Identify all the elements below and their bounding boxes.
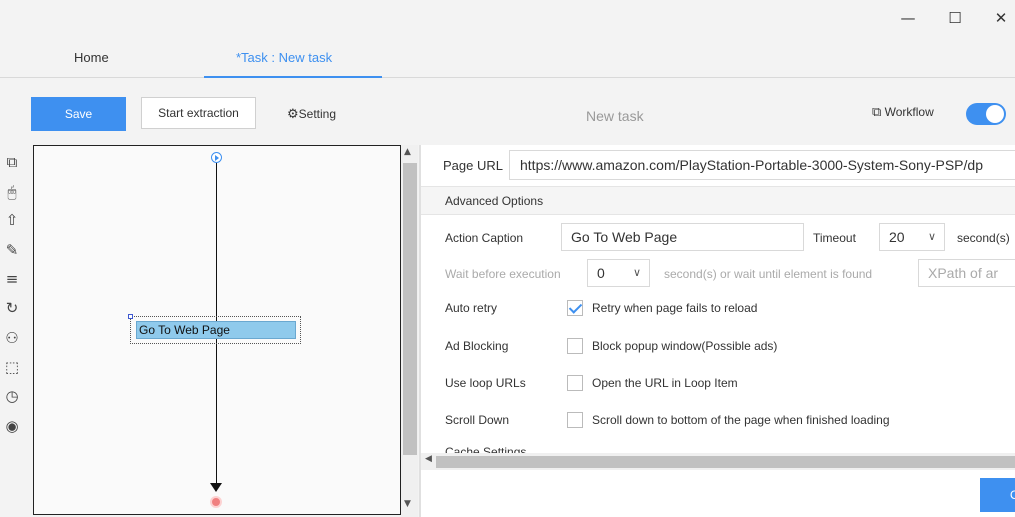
timeout-value: 20 xyxy=(889,229,905,245)
action-sidebar: ⧉ 🖱 ⇧ ✎ ≡ ↻ ⚇ ⬚ ◷ ◉ xyxy=(0,146,28,517)
tab-task[interactable]: *Task : New task xyxy=(236,50,332,65)
panel-footer: OK xyxy=(421,470,1015,517)
loop-urls-checkbox[interactable] xyxy=(567,375,583,391)
loop-urls-text: Open the URL in Loop Item xyxy=(592,376,738,390)
click-icon[interactable]: 🖱 xyxy=(2,182,22,202)
wait-icon[interactable]: ◷ xyxy=(2,386,22,406)
xpath-input[interactable]: XPath of ar xyxy=(918,259,1015,287)
timeout-select[interactable]: 20 ∨ xyxy=(879,223,945,251)
wait-value: 0 xyxy=(597,265,605,281)
switch-dropdown-icon[interactable]: ≡ xyxy=(2,269,22,289)
ad-blocking-checkbox[interactable] xyxy=(567,338,583,354)
add-step-icon[interactable]: ⧉ xyxy=(2,152,22,172)
active-tab-indicator xyxy=(204,76,382,78)
condition-icon[interactable]: ⚇ xyxy=(2,328,22,348)
maximize-button[interactable]: ☐ xyxy=(940,6,970,30)
workflow-toggle[interactable] xyxy=(966,103,1006,125)
mouseover-icon[interactable]: ⬚ xyxy=(2,357,22,377)
save-button[interactable]: Save xyxy=(31,97,126,131)
extract-icon[interactable]: ⇧ xyxy=(2,210,22,230)
tab-home[interactable]: Home xyxy=(74,50,109,65)
ad-blocking-label: Ad Blocking xyxy=(445,339,509,353)
node-handle[interactable] xyxy=(128,314,133,319)
auto-retry-label: Auto retry xyxy=(445,301,498,315)
scrollbar-thumb[interactable] xyxy=(436,456,1015,468)
tab-bar: Home *Task : New task xyxy=(0,40,1015,78)
start-extraction-button[interactable]: Start extraction xyxy=(141,97,256,129)
page-url-label: Page URL xyxy=(443,158,503,173)
flow-start-icon[interactable] xyxy=(211,152,222,163)
advanced-options-label: Advanced Options xyxy=(445,194,544,208)
scroll-down-checkbox[interactable] xyxy=(567,412,583,428)
flow-arrowhead xyxy=(210,483,222,492)
advanced-options-header[interactable]: Advanced Options xyxy=(421,187,1015,215)
panel-horizontal-scrollbar[interactable]: ◀ xyxy=(421,453,1015,470)
canvas-scrollbar[interactable]: ▲ ▼ xyxy=(401,145,418,517)
timeout-unit: second(s) xyxy=(957,231,1010,245)
action-caption-input[interactable]: Go To Web Page xyxy=(561,223,804,251)
workflow-canvas[interactable]: Go To Web Page xyxy=(33,145,401,515)
wait-suffix: second(s) or wait until element is found xyxy=(664,267,873,281)
scroll-up-icon[interactable]: ▲ xyxy=(404,147,411,157)
auto-retry-checkbox[interactable] xyxy=(567,300,583,316)
input-text-icon[interactable]: ✎ xyxy=(2,240,22,260)
wait-select[interactable]: 0 ∨ xyxy=(587,259,650,287)
task-name: New task xyxy=(586,108,644,124)
gear-icon: ⚙ xyxy=(287,107,299,122)
minimize-button[interactable]: — xyxy=(893,6,923,30)
setting-label: Setting xyxy=(298,107,337,121)
toolbar: Save Start extraction ⚙Setting New task … xyxy=(0,84,1015,144)
stop-icon[interactable]: ◉ xyxy=(2,416,22,436)
ok-button[interactable]: OK xyxy=(980,478,1015,512)
scroll-down-text: Scroll down to bottom of the page when f… xyxy=(592,413,890,427)
properties-panel: Page URL https://www.amazon.com/PlayStat… xyxy=(421,145,1015,517)
wait-label: Wait before execution xyxy=(445,267,561,281)
scroll-down-label: Scroll Down xyxy=(445,413,510,427)
page-url-row: Page URL https://www.amazon.com/PlayStat… xyxy=(421,145,1015,187)
ad-blocking-text: Block popup window(Possible ads) xyxy=(592,339,778,353)
page-url-input[interactable]: https://www.amazon.com/PlayStation-Porta… xyxy=(509,150,1015,180)
workflow-label: Workflow xyxy=(884,105,934,119)
node-label[interactable]: Go To Web Page xyxy=(136,321,296,339)
scroll-left-icon[interactable]: ◀ xyxy=(425,454,432,464)
auto-retry-text: Retry when page fails to reload xyxy=(592,301,758,315)
scrollbar-thumb[interactable] xyxy=(403,163,417,455)
cache-settings-header[interactable]: Cache Settings xyxy=(445,445,526,453)
loop-icon[interactable]: ↻ xyxy=(2,298,22,318)
workflow-icon: ⧉ xyxy=(872,105,882,120)
timeout-label: Timeout xyxy=(813,231,856,245)
chevron-down-icon: ∨ xyxy=(927,230,936,243)
chevron-down-icon: ∨ xyxy=(632,266,641,279)
setting-button[interactable]: ⚙Setting xyxy=(287,107,336,122)
workflow-node[interactable]: Go To Web Page xyxy=(128,314,301,344)
close-button[interactable]: ✕ xyxy=(986,6,1015,30)
action-caption-label: Action Caption xyxy=(445,231,524,245)
title-bar: — ☐ ✕ xyxy=(0,0,1015,40)
loop-urls-label: Use loop URLs xyxy=(445,376,526,390)
workflow-label-group: ⧉ Workflow xyxy=(872,105,934,120)
flow-end-icon xyxy=(210,496,222,508)
scroll-down-icon[interactable]: ▼ xyxy=(404,499,411,509)
